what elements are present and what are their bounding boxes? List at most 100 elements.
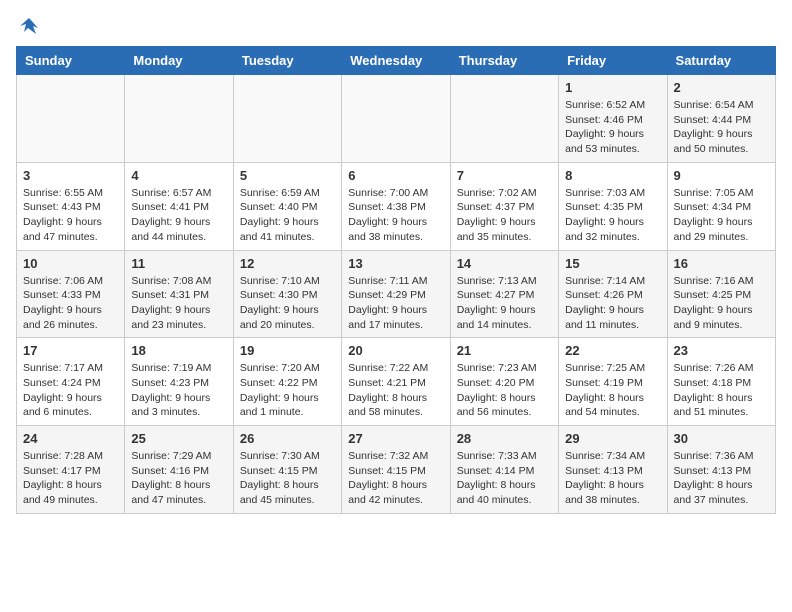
calendar-cell: 29 Sunrise: 7:34 AM Sunset: 4:13 PM Dayli… xyxy=(559,426,667,514)
calendar-cell: 28 Sunrise: 7:33 AM Sunset: 4:14 PM Dayli… xyxy=(450,426,558,514)
day-info: Sunrise: 7:32 AM Sunset: 4:15 PM Dayligh… xyxy=(348,449,443,508)
page-header xyxy=(16,16,776,34)
day-number: 8 xyxy=(565,168,660,183)
day-info: Sunrise: 6:54 AM Sunset: 4:44 PM Dayligh… xyxy=(674,98,769,157)
day-info: Sunrise: 7:10 AM Sunset: 4:30 PM Dayligh… xyxy=(240,274,335,333)
calendar-cell: 14 Sunrise: 7:13 AM Sunset: 4:27 PM Dayli… xyxy=(450,250,558,338)
day-number: 11 xyxy=(131,256,226,271)
day-number: 15 xyxy=(565,256,660,271)
day-number: 19 xyxy=(240,343,335,358)
day-info: Sunrise: 7:02 AM Sunset: 4:37 PM Dayligh… xyxy=(457,186,552,245)
day-info: Sunrise: 7:14 AM Sunset: 4:26 PM Dayligh… xyxy=(565,274,660,333)
calendar-day-header: Wednesday xyxy=(342,47,450,75)
calendar-cell: 9 Sunrise: 7:05 AM Sunset: 4:34 PM Daylig… xyxy=(667,162,775,250)
day-info: Sunrise: 7:30 AM Sunset: 4:15 PM Dayligh… xyxy=(240,449,335,508)
day-info: Sunrise: 7:22 AM Sunset: 4:21 PM Dayligh… xyxy=(348,361,443,420)
calendar-cell: 2 Sunrise: 6:54 AM Sunset: 4:44 PM Daylig… xyxy=(667,75,775,163)
day-number: 24 xyxy=(23,431,118,446)
day-info: Sunrise: 7:20 AM Sunset: 4:22 PM Dayligh… xyxy=(240,361,335,420)
calendar-cell: 21 Sunrise: 7:23 AM Sunset: 4:20 PM Dayli… xyxy=(450,338,558,426)
day-number: 13 xyxy=(348,256,443,271)
day-number: 30 xyxy=(674,431,769,446)
day-info: Sunrise: 6:59 AM Sunset: 4:40 PM Dayligh… xyxy=(240,186,335,245)
day-info: Sunrise: 7:03 AM Sunset: 4:35 PM Dayligh… xyxy=(565,186,660,245)
day-number: 7 xyxy=(457,168,552,183)
day-info: Sunrise: 7:05 AM Sunset: 4:34 PM Dayligh… xyxy=(674,186,769,245)
day-info: Sunrise: 6:52 AM Sunset: 4:46 PM Dayligh… xyxy=(565,98,660,157)
day-number: 25 xyxy=(131,431,226,446)
day-number: 28 xyxy=(457,431,552,446)
day-info: Sunrise: 7:23 AM Sunset: 4:20 PM Dayligh… xyxy=(457,361,552,420)
calendar-cell: 7 Sunrise: 7:02 AM Sunset: 4:37 PM Daylig… xyxy=(450,162,558,250)
calendar-day-header: Monday xyxy=(125,47,233,75)
day-info: Sunrise: 7:19 AM Sunset: 4:23 PM Dayligh… xyxy=(131,361,226,420)
day-number: 10 xyxy=(23,256,118,271)
calendar-cell xyxy=(233,75,341,163)
calendar-week-row: 1 Sunrise: 6:52 AM Sunset: 4:46 PM Daylig… xyxy=(17,75,776,163)
calendar-week-row: 24 Sunrise: 7:28 AM Sunset: 4:17 PM Dayli… xyxy=(17,426,776,514)
day-info: Sunrise: 7:29 AM Sunset: 4:16 PM Dayligh… xyxy=(131,449,226,508)
day-number: 23 xyxy=(674,343,769,358)
day-number: 1 xyxy=(565,80,660,95)
calendar-cell: 3 Sunrise: 6:55 AM Sunset: 4:43 PM Daylig… xyxy=(17,162,125,250)
calendar-day-header: Friday xyxy=(559,47,667,75)
day-info: Sunrise: 7:13 AM Sunset: 4:27 PM Dayligh… xyxy=(457,274,552,333)
day-info: Sunrise: 7:33 AM Sunset: 4:14 PM Dayligh… xyxy=(457,449,552,508)
calendar-cell: 15 Sunrise: 7:14 AM Sunset: 4:26 PM Dayli… xyxy=(559,250,667,338)
day-number: 26 xyxy=(240,431,335,446)
calendar-cell: 4Sunrise: 6:57 AM Sunset: 4:41 PM Daylig… xyxy=(125,162,233,250)
logo xyxy=(16,16,40,34)
calendar-cell xyxy=(17,75,125,163)
day-info: Sunrise: 7:17 AM Sunset: 4:24 PM Dayligh… xyxy=(23,361,118,420)
calendar-cell: 17Sunrise: 7:17 AM Sunset: 4:24 PM Dayli… xyxy=(17,338,125,426)
day-info: Sunrise: 6:55 AM Sunset: 4:43 PM Dayligh… xyxy=(23,186,118,245)
calendar-cell: 10 Sunrise: 7:06 AM Sunset: 4:33 PM Dayli… xyxy=(17,250,125,338)
day-number: 21 xyxy=(457,343,552,358)
calendar-day-header: Sunday xyxy=(17,47,125,75)
logo-bird-icon xyxy=(18,16,40,38)
day-number: 3 xyxy=(23,168,118,183)
calendar-cell: 27 Sunrise: 7:32 AM Sunset: 4:15 PM Dayli… xyxy=(342,426,450,514)
calendar-week-row: 17Sunrise: 7:17 AM Sunset: 4:24 PM Dayli… xyxy=(17,338,776,426)
day-number: 16 xyxy=(674,256,769,271)
calendar-cell: 8 Sunrise: 7:03 AM Sunset: 4:35 PM Daylig… xyxy=(559,162,667,250)
calendar-cell: 5 Sunrise: 6:59 AM Sunset: 4:40 PM Daylig… xyxy=(233,162,341,250)
calendar-cell: 23Sunrise: 7:26 AM Sunset: 4:18 PM Dayli… xyxy=(667,338,775,426)
day-number: 4 xyxy=(131,168,226,183)
day-number: 20 xyxy=(348,343,443,358)
calendar-cell: 11 Sunrise: 7:08 AM Sunset: 4:31 PM Dayli… xyxy=(125,250,233,338)
day-number: 14 xyxy=(457,256,552,271)
day-info: Sunrise: 7:08 AM Sunset: 4:31 PM Dayligh… xyxy=(131,274,226,333)
calendar-cell: 12 Sunrise: 7:10 AM Sunset: 4:30 PM Dayli… xyxy=(233,250,341,338)
calendar-cell xyxy=(342,75,450,163)
day-info: Sunrise: 7:16 AM Sunset: 4:25 PM Dayligh… xyxy=(674,274,769,333)
day-info: Sunrise: 7:00 AM Sunset: 4:38 PM Dayligh… xyxy=(348,186,443,245)
calendar-cell: 19 Sunrise: 7:20 AM Sunset: 4:22 PM Dayli… xyxy=(233,338,341,426)
calendar-cell: 22 Sunrise: 7:25 AM Sunset: 4:19 PM Dayli… xyxy=(559,338,667,426)
calendar-cell: 6Sunrise: 7:00 AM Sunset: 4:38 PM Daylig… xyxy=(342,162,450,250)
day-info: Sunrise: 7:06 AM Sunset: 4:33 PM Dayligh… xyxy=(23,274,118,333)
calendar-cell: 26 Sunrise: 7:30 AM Sunset: 4:15 PM Dayli… xyxy=(233,426,341,514)
day-number: 9 xyxy=(674,168,769,183)
day-info: Sunrise: 7:34 AM Sunset: 4:13 PM Dayligh… xyxy=(565,449,660,508)
calendar-table: SundayMondayTuesdayWednesdayThursdayFrid… xyxy=(16,46,776,514)
day-number: 5 xyxy=(240,168,335,183)
calendar-day-header: Thursday xyxy=(450,47,558,75)
calendar-week-row: 10 Sunrise: 7:06 AM Sunset: 4:33 PM Dayli… xyxy=(17,250,776,338)
day-number: 29 xyxy=(565,431,660,446)
calendar-cell xyxy=(125,75,233,163)
day-info: Sunrise: 7:36 AM Sunset: 4:13 PM Dayligh… xyxy=(674,449,769,508)
calendar-day-header: Tuesday xyxy=(233,47,341,75)
calendar-cell: 13 Sunrise: 7:11 AM Sunset: 4:29 PM Dayli… xyxy=(342,250,450,338)
day-number: 22 xyxy=(565,343,660,358)
day-number: 2 xyxy=(674,80,769,95)
day-info: Sunrise: 7:28 AM Sunset: 4:17 PM Dayligh… xyxy=(23,449,118,508)
day-number: 27 xyxy=(348,431,443,446)
calendar-cell: 18Sunrise: 7:19 AM Sunset: 4:23 PM Dayli… xyxy=(125,338,233,426)
calendar-cell: 24 Sunrise: 7:28 AM Sunset: 4:17 PM Dayli… xyxy=(17,426,125,514)
calendar-header-row: SundayMondayTuesdayWednesdayThursdayFrid… xyxy=(17,47,776,75)
day-info: Sunrise: 7:25 AM Sunset: 4:19 PM Dayligh… xyxy=(565,361,660,420)
day-info: Sunrise: 7:11 AM Sunset: 4:29 PM Dayligh… xyxy=(348,274,443,333)
calendar-week-row: 3 Sunrise: 6:55 AM Sunset: 4:43 PM Daylig… xyxy=(17,162,776,250)
day-number: 12 xyxy=(240,256,335,271)
